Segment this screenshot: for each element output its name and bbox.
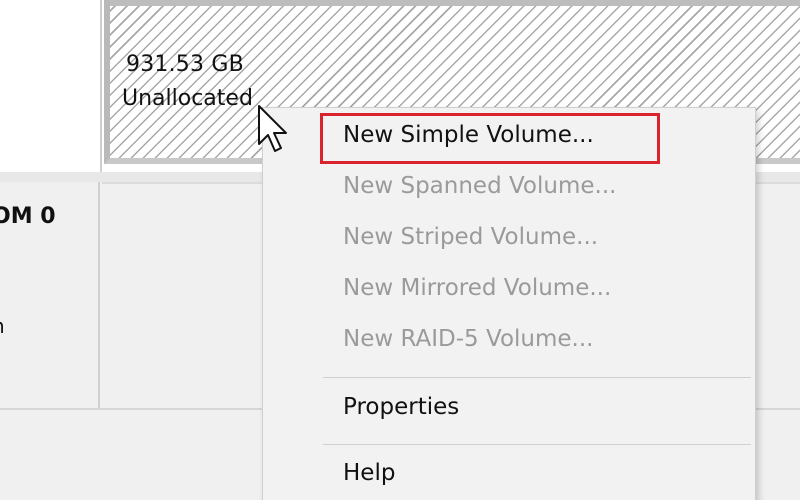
- menu-separator: [323, 444, 751, 445]
- menu-item-properties[interactable]: Properties: [343, 394, 459, 420]
- unallocated-status: Unallocated: [122, 86, 253, 111]
- disk-second-sublabel: n: [0, 314, 5, 338]
- menu-item-new-mirrored-volume[interactable]: New Mirrored Volume...: [343, 275, 611, 301]
- menu-item-new-raid5-volume[interactable]: New RAID-5 Volume...: [343, 326, 593, 352]
- menu-item-new-spanned-volume[interactable]: New Spanned Volume...: [343, 173, 616, 199]
- menu-icon-gutter: [263, 108, 321, 500]
- menu-item-new-simple-volume[interactable]: New Simple Volume...: [343, 122, 594, 148]
- menu-item-help[interactable]: Help: [343, 460, 395, 486]
- disk-second-label: OM 0: [0, 204, 56, 229]
- disk-top-label-cell: [0, 0, 102, 172]
- unallocated-size: 931.53 GB: [126, 52, 244, 77]
- context-menu: New Simple Volume... New Spanned Volume.…: [262, 107, 756, 500]
- unallocated-volume-header-bar: [110, 0, 800, 6]
- menu-separator: [323, 377, 751, 378]
- menu-item-new-striped-volume[interactable]: New Striped Volume...: [343, 224, 598, 250]
- arrow-pointer-icon: [258, 105, 287, 152]
- disk-management-view: 931.53 GB Unallocated OM 0 n New Simple …: [0, 0, 800, 500]
